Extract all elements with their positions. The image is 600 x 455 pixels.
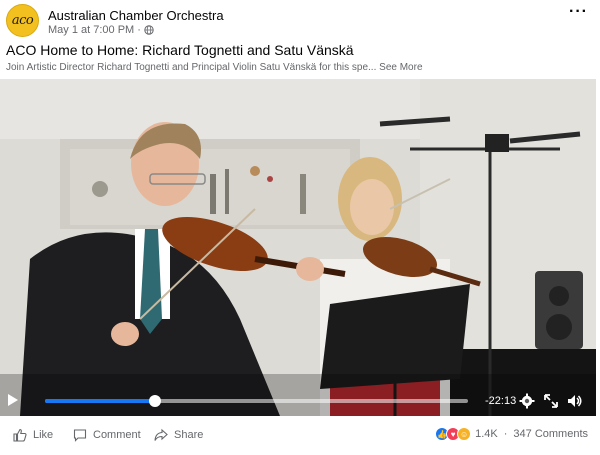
comment-label: Comment — [93, 429, 141, 441]
share-label: Share — [174, 429, 204, 441]
facebook-video-post: aco Australian Chamber Orchestra May 1 a… — [0, 0, 600, 455]
care-reaction-icon: ☺ — [457, 427, 472, 441]
play-icon[interactable] — [8, 394, 18, 406]
fullscreen-icon[interactable] — [543, 393, 559, 409]
meta-separator: · — [137, 24, 141, 36]
post-footer: Like Comment Share 👍 ♥ ☺ 1.4K · 347 Comm… — [0, 416, 600, 455]
share-icon — [154, 428, 168, 441]
settings-icon[interactable] — [519, 393, 535, 409]
video-frame-image — [0, 79, 596, 416]
comment-button[interactable]: Comment — [73, 428, 141, 442]
more-options-icon[interactable]: ··· — [569, 4, 588, 20]
reaction-count[interactable]: 1.4K — [475, 428, 498, 440]
reaction-icons[interactable]: 👍 ♥ ☺ — [435, 427, 472, 441]
see-more-link[interactable]: See More — [379, 62, 422, 73]
video-controls: -22:13 — [0, 385, 596, 415]
post-description: Join Artistic Director Richard Tognetti … — [6, 62, 423, 73]
like-button[interactable]: Like — [13, 428, 53, 442]
progress-bar[interactable] — [45, 395, 468, 407]
progress-fill — [45, 399, 155, 403]
separator-dot: · — [503, 428, 508, 440]
description-text: Join Artistic Director Richard Tognetti … — [6, 62, 377, 73]
comment-icon — [73, 429, 87, 442]
comments-count[interactable]: 347 Comments — [513, 428, 588, 440]
reactions-summary: 👍 ♥ ☺ 1.4K · 347 Comments — [435, 427, 588, 441]
remaining-time: -22:13 — [485, 395, 517, 407]
like-icon — [13, 428, 27, 442]
volume-icon[interactable] — [567, 393, 583, 409]
page-name-link[interactable]: Australian Chamber Orchestra — [48, 8, 224, 23]
progress-handle[interactable] — [148, 395, 161, 407]
like-label: Like — [33, 429, 54, 441]
post-timestamp[interactable]: May 1 at 7:00 PM — [48, 24, 134, 36]
avatar[interactable]: aco — [6, 4, 39, 37]
avatar-logo-text: aco — [11, 13, 34, 28]
globe-icon — [144, 25, 154, 35]
share-button[interactable]: Share — [154, 428, 203, 442]
post-meta: May 1 at 7:00 PM · — [48, 24, 154, 36]
video-title[interactable]: ACO Home to Home: Richard Tognetti and S… — [6, 42, 354, 58]
post-header: aco Australian Chamber Orchestra May 1 a… — [0, 0, 600, 40]
video-player[interactable]: -22:13 — [0, 79, 596, 416]
